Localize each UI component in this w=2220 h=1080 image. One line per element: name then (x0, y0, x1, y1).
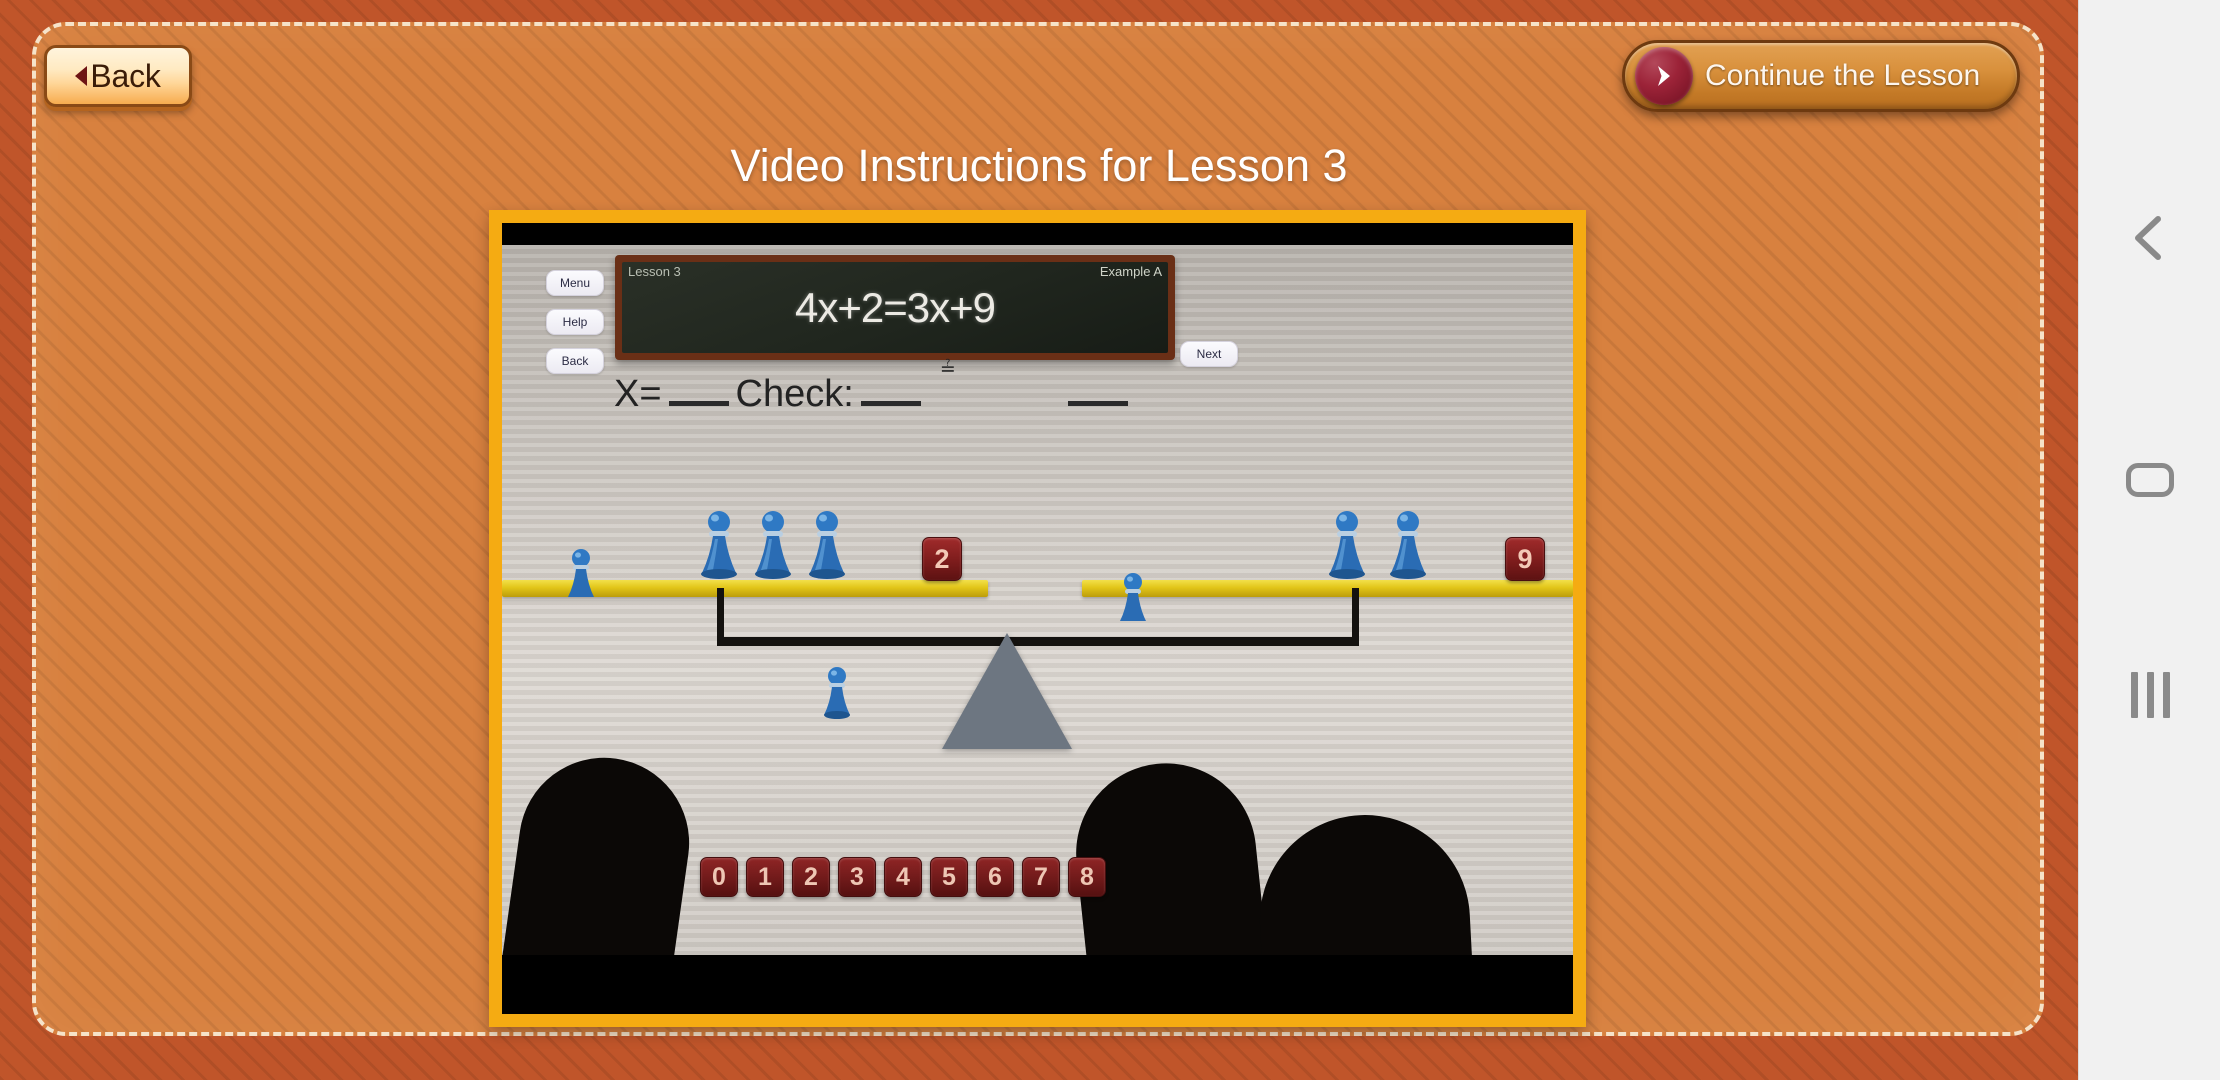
number-tile[interactable]: 7 (1022, 857, 1060, 897)
chalkboard-example-label: Example A (1099, 264, 1162, 279)
video-letterbox: Lesson 3 Example A 4x+2=3x+9 Menu Help B… (502, 223, 1573, 1014)
video-player-frame[interactable]: Lesson 3 Example A 4x+2=3x+9 Menu Help B… (489, 210, 1586, 1027)
pawn-left-3[interactable] (805, 509, 849, 581)
home-shape (2126, 463, 2174, 497)
video-back-button[interactable]: Back (546, 348, 604, 374)
answer-blank-1[interactable] (668, 401, 729, 406)
recents-bar (2146, 672, 2154, 718)
back-button[interactable]: Back (44, 45, 192, 107)
number-tile[interactable]: 2 (792, 857, 830, 897)
video-help-button[interactable]: Help (546, 309, 604, 335)
triangle-left-icon (75, 66, 88, 86)
number-tile[interactable]: 3 (838, 857, 876, 897)
pawn-left-2[interactable] (751, 509, 795, 581)
pawn-below-beam[interactable] (820, 665, 854, 721)
finger-silhouette-middle (1067, 754, 1281, 955)
number-tile[interactable]: 1 (746, 857, 784, 897)
page-title: Video Instructions for Lesson 3 (730, 140, 1348, 191)
pawn-left-1[interactable] (697, 509, 741, 581)
recents-bars-icon[interactable] (2079, 645, 2220, 745)
pawn-right-2[interactable] (1386, 509, 1430, 581)
answer-blank-2[interactable] (860, 401, 921, 406)
video-content: Lesson 3 Example A 4x+2=3x+9 Menu Help B… (502, 245, 1573, 955)
chevron-left-icon[interactable] (2079, 188, 2220, 288)
finger-silhouette-right (1254, 809, 1480, 955)
pawn-dragged-right[interactable] (1116, 571, 1150, 627)
video-next-button[interactable]: Next (1180, 341, 1238, 367)
fulcrum-triangle (942, 633, 1072, 749)
number-tile[interactable]: 6 (976, 857, 1014, 897)
continue-lesson-button[interactable]: Continue the Lesson (1622, 40, 2020, 112)
answer-line: X= Check: ≟ (614, 360, 1134, 419)
chevron-right-circle-icon (1635, 47, 1693, 105)
chalkboard-face: Lesson 3 Example A 4x+2=3x+9 (622, 262, 1168, 353)
number-tile[interactable]: 0 (700, 857, 738, 897)
pawn-dragged-left[interactable] (564, 547, 598, 603)
answer-check-label: Check: (735, 373, 854, 415)
balance-scale: 2 9 (502, 485, 1573, 955)
number-tile[interactable]: 4 (884, 857, 922, 897)
app-background: Back Continue the Lesson Video Instructi… (0, 0, 2078, 1080)
finger-silhouette-left (502, 746, 701, 955)
question-equals-glyph: ≟ (939, 359, 956, 380)
back-button-label: Back (90, 57, 161, 94)
recents-bars (2130, 672, 2170, 718)
number-tile-strip: 0 1 2 3 4 5 6 7 8 (700, 857, 1106, 897)
home-rounded-square-icon[interactable] (2079, 430, 2220, 530)
number-tile[interactable]: 5 (930, 857, 968, 897)
question-equals-icon: ≟ (936, 360, 1053, 472)
number-tile[interactable]: 8 (1068, 857, 1106, 897)
chalkboard-equation: 4x+2=3x+9 (794, 283, 996, 331)
recents-bar (2162, 672, 2170, 718)
android-nav-bar (2078, 0, 2220, 1080)
recents-bar (2130, 672, 2138, 718)
chalkboard: Lesson 3 Example A 4x+2=3x+9 (615, 255, 1175, 360)
screen-root: Back Continue the Lesson Video Instructi… (0, 0, 2220, 1080)
continue-lesson-label: Continue the Lesson (1705, 59, 1981, 92)
beam-tile-right[interactable]: 9 (1505, 537, 1545, 581)
video-menu-button[interactable]: Menu (546, 270, 604, 296)
pawn-right-1[interactable] (1325, 509, 1369, 581)
answer-blank-3[interactable] (1067, 401, 1128, 406)
answer-x-label: X= (614, 373, 662, 415)
chalkboard-lesson-label: Lesson 3 (628, 264, 681, 279)
beam-tile-left[interactable]: 2 (922, 537, 962, 581)
